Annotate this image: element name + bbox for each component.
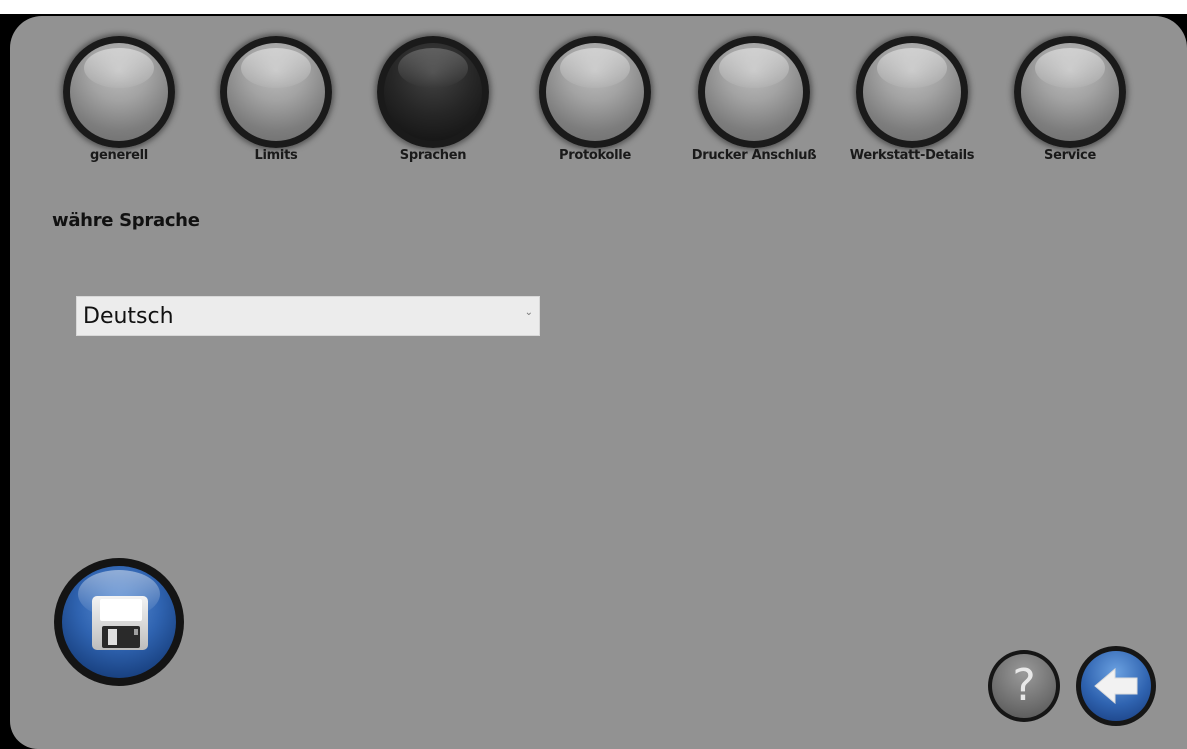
orb-button-icon (377, 36, 489, 148)
tab-service[interactable]: Service (995, 36, 1145, 176)
orb-button-icon (539, 36, 651, 148)
tab-label: generell (90, 148, 148, 163)
tab-label: Drucker Anschluß (691, 148, 817, 163)
orb-button-icon (63, 36, 175, 148)
tab-limits[interactable]: Limits (201, 36, 351, 176)
tab-protokolle[interactable]: Protokolle (520, 36, 670, 176)
orb-button-icon (1014, 36, 1126, 148)
floppy-disk-icon (92, 596, 148, 650)
language-select[interactable]: Deutsch ⌄ (76, 296, 540, 336)
tab-label: Protokolle (559, 148, 631, 163)
orb-button-icon (220, 36, 332, 148)
back-button[interactable] (1076, 646, 1156, 726)
tab-werkstatt-details[interactable]: Werkstatt-Details (837, 36, 987, 176)
tab-sprachen[interactable]: Sprachen (358, 36, 508, 176)
tab-label: Werkstatt-Details (849, 148, 975, 163)
orb-button-icon (698, 36, 810, 148)
question-mark-icon: ? (1012, 660, 1036, 711)
save-button[interactable] (54, 558, 184, 686)
section-title: währe Sprache (52, 210, 200, 231)
orb-button-icon (856, 36, 968, 148)
language-select-value: Deutsch (83, 304, 174, 329)
arrow-left-icon (1094, 667, 1138, 705)
help-button[interactable]: ? (988, 650, 1060, 722)
tab-label: Service (1044, 148, 1096, 163)
tab-drucker-anschluss[interactable]: Drucker Anschluß (679, 36, 829, 176)
tab-generell[interactable]: generell (44, 36, 194, 176)
tab-label: Sprachen (399, 148, 467, 163)
tab-label: Limits (254, 148, 298, 163)
chevron-down-icon: ⌄ (524, 307, 533, 318)
